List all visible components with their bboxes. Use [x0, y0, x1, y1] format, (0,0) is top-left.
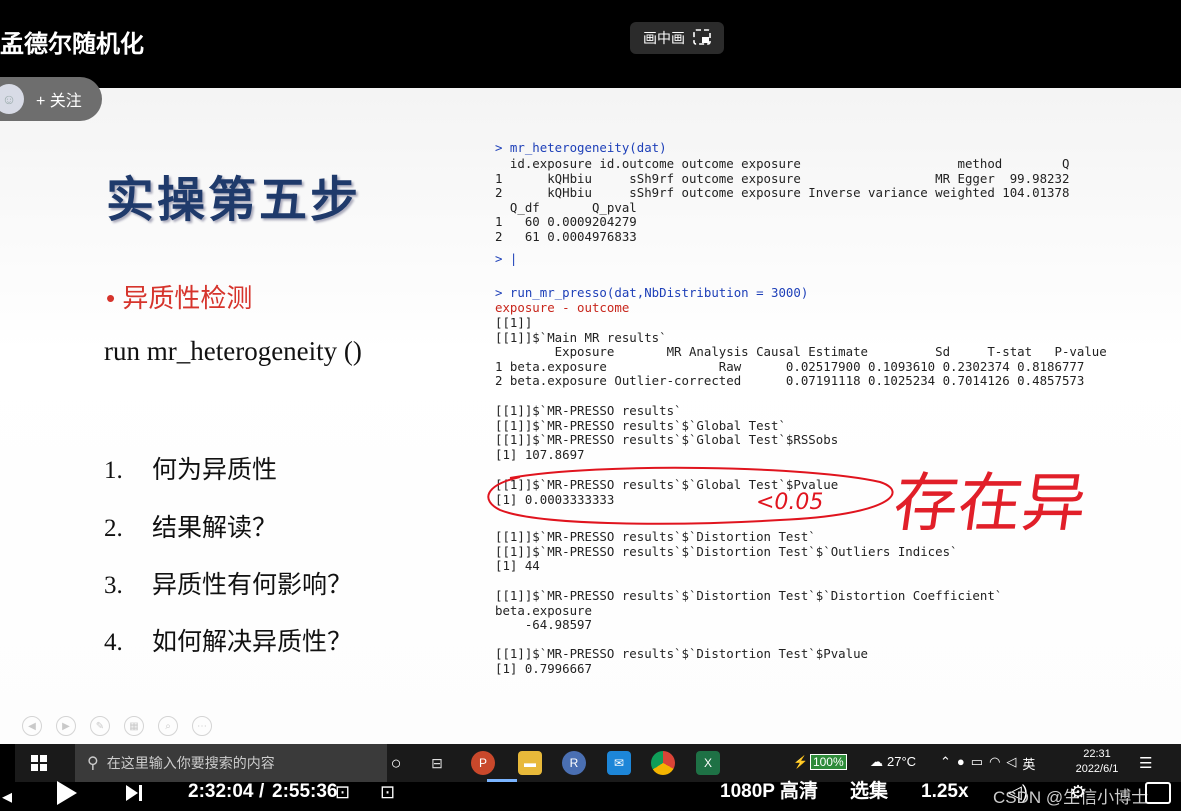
settings-icon[interactable]: ⚙	[1070, 782, 1086, 803]
presso-distortion-pvalue: [[1]]$`MR-PRESSO results`$`Distortion Te…	[495, 646, 868, 676]
powerpoint-icon[interactable]: P	[471, 751, 495, 775]
slide-run-line: run mr_heterogeneity ()	[104, 336, 362, 366]
question-item: 3. 异质性有何影响？	[104, 571, 353, 599]
next-episode-icon[interactable]	[124, 783, 144, 808]
windows-start-icon[interactable]	[31, 755, 47, 776]
ime-indicator[interactable]: 英	[1022, 754, 1035, 773]
excel-icon[interactable]: X	[696, 751, 720, 775]
more-icon[interactable]: ⋯	[192, 716, 212, 736]
clock[interactable]: 22:31 2022/6/1	[1065, 747, 1129, 777]
total-time: 2:55:36	[272, 781, 338, 802]
danmaku-settings-icon[interactable]: ⊡	[380, 782, 395, 803]
console-command: > mr_heterogeneity(dat)	[495, 140, 667, 155]
pen-icon[interactable]: ✎	[90, 716, 110, 736]
prev-slide-icon[interactable]: ◀	[22, 716, 42, 736]
follow-label: + 关注	[36, 93, 82, 110]
notification-icon[interactable]: ☰	[1139, 754, 1152, 772]
picture-in-picture-button[interactable]: 画中画	[630, 22, 724, 54]
slide-controls: ◀ ▶ ✎ ▦ ⌕ ⋯	[22, 716, 212, 736]
current-time: 2:32:04	[188, 781, 254, 802]
video-player-controls: ◂ 2:32:04 / 2:55:36 ⊡ ⊡ 1080P 高清 选集 1.25…	[0, 780, 1181, 811]
search-icon: ⚲	[87, 755, 99, 772]
fullscreen-icon[interactable]	[1145, 782, 1171, 804]
clock-date: 2022/6/1	[1075, 763, 1119, 775]
pip-label: 画中画	[643, 30, 685, 46]
pip-icon	[693, 28, 711, 48]
pen-circle-annotation	[487, 466, 894, 525]
chevron-up-icon[interactable]: ⌃	[940, 754, 951, 773]
pen-note: <0.05	[756, 490, 824, 515]
system-tray[interactable]: ⌃ ● ▭ ◠ ◁ 英	[940, 754, 1035, 773]
battery-indicator[interactable]: ⚡ 100%	[793, 754, 847, 770]
cortana-icon[interactable]: ○	[384, 751, 408, 775]
microphone-icon[interactable]: ●	[957, 754, 965, 773]
cloud-icon: ☁	[870, 754, 883, 769]
console-prompt[interactable]: > |	[495, 251, 517, 267]
search-placeholder: 在这里输入你要搜索的内容	[106, 755, 275, 771]
danmaku-toggle-icon[interactable]: ⊡	[335, 782, 350, 803]
presso-distortion-test: [[1]]$`MR-PRESSO results`$`Distortion Te…	[495, 529, 958, 573]
heterogeneity-output: id.exposure id.outcome outcome exposure …	[495, 156, 1070, 244]
presso-main-results: [[1]] [[1]]$`Main MR results` Exposure MR…	[495, 315, 1107, 388]
presso-global-test: [[1]]$`MR-PRESSO results` [[1]]$`MR-PRESS…	[495, 403, 839, 462]
wifi-icon[interactable]: ◠	[989, 754, 1000, 773]
chrome-icon[interactable]	[651, 751, 675, 775]
prev-icon[interactable]: ◂	[2, 784, 12, 809]
plug-icon: ⚡	[793, 755, 808, 769]
question-item: 2. 结果解读？	[104, 514, 278, 542]
zoom-icon[interactable]: ⌕	[158, 716, 178, 736]
quality-button[interactable]: 1080P 高清	[720, 782, 818, 802]
time-separator: /	[259, 781, 265, 802]
weather-temp: 27°C	[887, 754, 917, 769]
network-icon[interactable]: ▭	[971, 754, 983, 773]
console-warning: exposure - outcome	[495, 300, 630, 315]
next-slide-icon[interactable]: ▶	[56, 716, 76, 736]
clock-time: 22:31	[1083, 748, 1111, 760]
battery-level: 100%	[809, 754, 847, 770]
question-item: 4. 如何解决异质性？	[104, 628, 353, 656]
slide-heading: 实操第五步	[106, 172, 362, 228]
r-app-icon[interactable]: R	[562, 751, 586, 775]
mail-icon[interactable]: ✉	[607, 751, 631, 775]
speed-button[interactable]: 1.25x	[921, 782, 969, 802]
play-icon[interactable]	[55, 780, 79, 811]
console-command: > run_mr_presso(dat,NbDistribution = 300…	[495, 285, 809, 300]
taskbar-search[interactable]: ⚲ 在这里输入你要搜索的内容	[75, 744, 387, 782]
episodes-button[interactable]: 选集	[850, 782, 888, 802]
follow-button[interactable]: ☺ + 关注	[0, 77, 102, 121]
slide-bullet: • 异质性检测	[106, 283, 253, 313]
file-explorer-icon[interactable]: ▬	[518, 751, 542, 775]
pen-annotation: 存在异	[888, 467, 1092, 541]
volume-icon[interactable]: ◁	[1006, 754, 1016, 773]
video-title: 孟德尔随机化	[0, 31, 144, 58]
grid-icon[interactable]: ▦	[124, 716, 144, 736]
weather-widget[interactable]: ☁ 27°C	[870, 754, 916, 770]
presso-distortion-coef: [[1]]$`MR-PRESSO results`$`Distortion Te…	[495, 588, 1003, 632]
task-view-icon[interactable]: ⊟	[425, 751, 449, 775]
avatar: ☺	[0, 84, 24, 114]
windows-taskbar: ⚲ 在这里输入你要搜索的内容 ○ ⊟ P ▬ R ✉ X ⚡ 100% ☁ 27…	[15, 744, 1181, 782]
question-item: 1. 何为异质性	[104, 456, 278, 484]
